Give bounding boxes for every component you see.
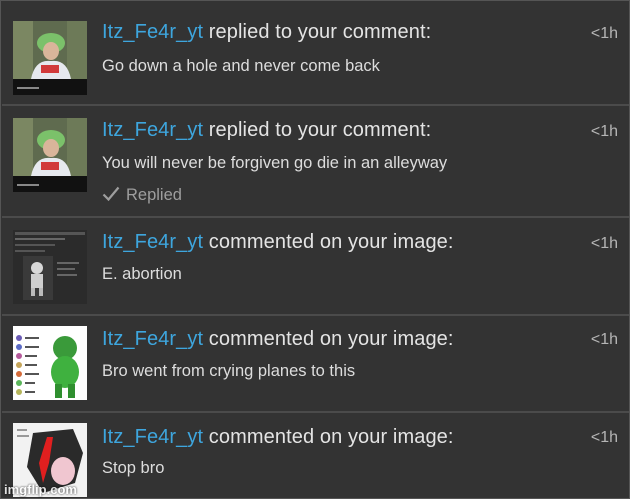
notification-action: commented on your image: xyxy=(203,426,454,448)
comment-text: Bro went from crying planes to this xyxy=(102,362,356,380)
timestamp: <1h xyxy=(590,25,618,42)
notification-title: Itz_Fe4r_yt commented on your image: xyxy=(102,426,454,449)
video-thumbnail[interactable] xyxy=(13,118,87,192)
timestamp: <1h xyxy=(590,429,618,446)
timestamp: <1h xyxy=(590,235,618,252)
timestamp: <1h xyxy=(590,331,618,348)
username-link[interactable]: Itz_Fe4r_yt xyxy=(102,231,203,253)
notification-item[interactable]: Itz_Fe4r_yt replied to your comment: Go … xyxy=(2,1,629,106)
notification-item[interactable]: Itz_Fe4r_yt commented on your image: Sto… xyxy=(2,413,629,498)
notification-title: Itz_Fe4r_yt commented on your image: xyxy=(102,328,454,351)
notification-action: replied to your comment: xyxy=(203,21,432,43)
notifications-list: Itz_Fe4r_yt replied to your comment: Go … xyxy=(0,0,630,499)
notification-action: commented on your image: xyxy=(203,231,454,253)
comment-text: Stop bro xyxy=(102,459,165,477)
video-thumbnail[interactable] xyxy=(13,21,87,95)
notification-title: Itz_Fe4r_yt commented on your image: xyxy=(102,231,454,254)
replied-status: Replied xyxy=(102,186,182,207)
timestamp: <1h xyxy=(590,123,618,140)
image-thumbnail[interactable] xyxy=(13,230,87,304)
username-link[interactable]: Itz_Fe4r_yt xyxy=(102,426,203,448)
notification-item[interactable]: Itz_Fe4r_yt replied to your comment: You… xyxy=(2,106,629,218)
notification-item[interactable]: Itz_Fe4r_yt commented on your image: Bro… xyxy=(2,316,629,413)
comment-text: Go down a hole and never come back xyxy=(102,57,380,75)
comment-text: E. abortion xyxy=(102,265,182,283)
checkmark-icon xyxy=(102,186,120,207)
notification-action: replied to your comment: xyxy=(203,119,432,141)
replied-label: Replied xyxy=(126,186,182,204)
image-thumbnail[interactable] xyxy=(13,326,87,400)
username-link[interactable]: Itz_Fe4r_yt xyxy=(102,119,203,141)
comment-text: You will never be forgiven go die in an … xyxy=(102,154,448,172)
notification-title: Itz_Fe4r_yt replied to your comment: xyxy=(102,119,431,142)
watermark-logo: imgflip.com xyxy=(4,482,77,497)
username-link[interactable]: Itz_Fe4r_yt xyxy=(102,328,203,350)
username-link[interactable]: Itz_Fe4r_yt xyxy=(102,21,203,43)
notification-item[interactable]: Itz_Fe4r_yt commented on your image: E. … xyxy=(2,218,629,316)
notification-action: commented on your image: xyxy=(203,328,454,350)
notification-title: Itz_Fe4r_yt replied to your comment: xyxy=(102,21,431,44)
